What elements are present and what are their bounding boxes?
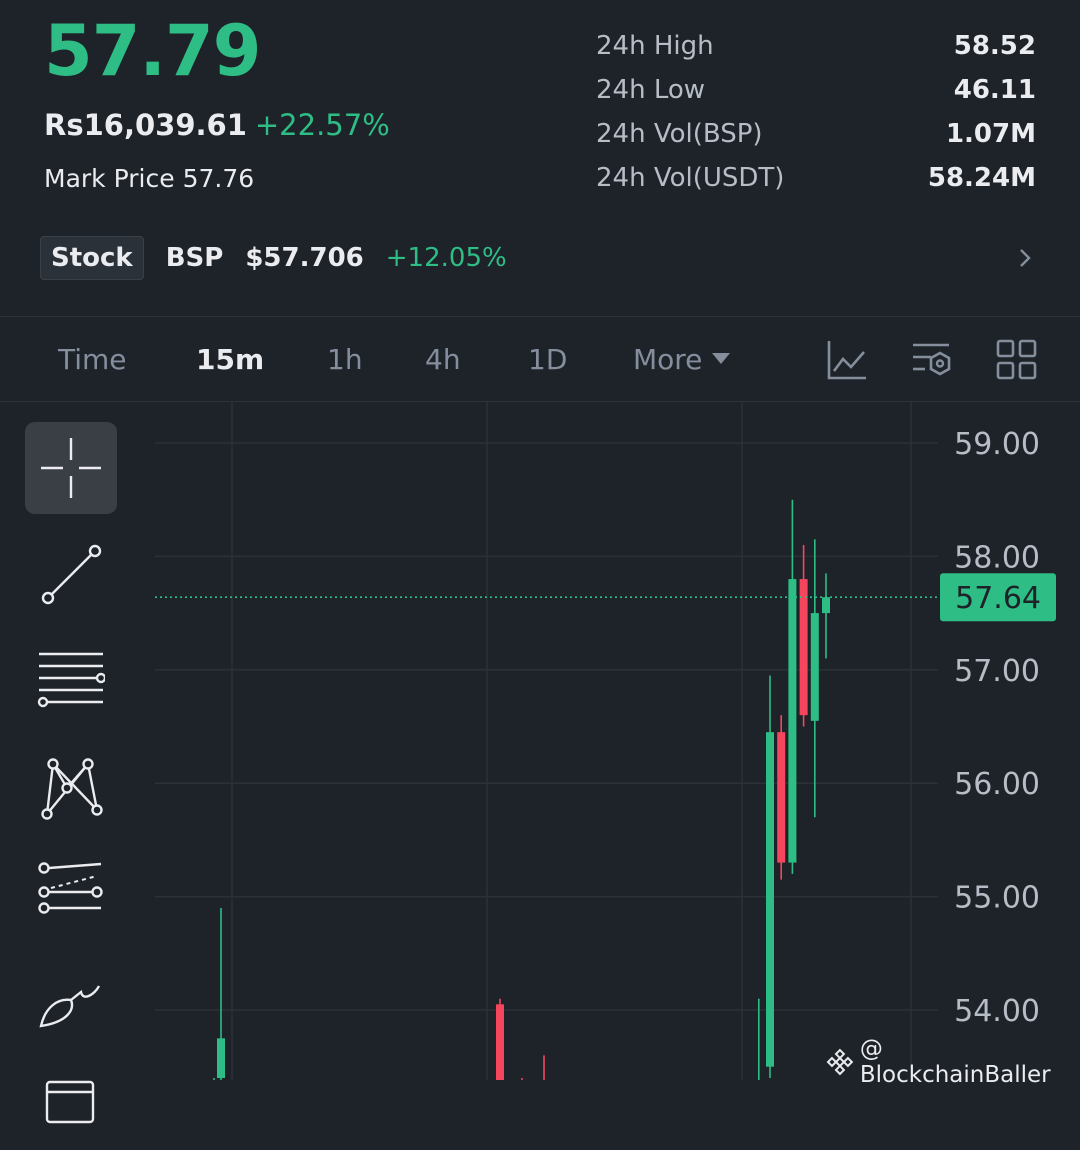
fib-icon (38, 862, 103, 914)
tab-1h[interactable]: 1h (327, 343, 363, 376)
caret-down-icon (712, 352, 731, 364)
y-tick-label: 54.00 (954, 994, 1040, 1029)
stats-panel: 24h High 58.52 24h Low 46.11 24h Vol(BSP… (596, 24, 1036, 200)
stock-symbol: BSP (165, 243, 224, 273)
stat-label: 24h High (596, 31, 714, 61)
stock-price: $57.706 (245, 243, 364, 273)
candle-body (777, 732, 786, 863)
y-tick-label: 55.00 (954, 881, 1040, 916)
stat-value: 46.11 (953, 75, 1036, 105)
stat-value: 58.52 (953, 31, 1036, 61)
last-price: 57.79 (44, 10, 261, 92)
candlestick-chart[interactable]: 59.00 58.00 57.00 56.00 55.00 54.00 57.64 (0, 402, 1080, 1080)
tab-time[interactable]: Time (58, 343, 127, 376)
mark-price-row[interactable]: Mark Price 57.76 (44, 164, 254, 193)
stat-label: 24h Low (596, 75, 706, 105)
ticker-header: 57.79 Rs16,039.61 +22.57% Mark Price 57.76… (0, 0, 1080, 316)
trend-line-tool-button[interactable] (25, 528, 117, 620)
more-tools-button[interactable] (25, 1058, 117, 1150)
tab-more[interactable]: More (633, 343, 731, 376)
y-tick-label: 56.00 (954, 767, 1040, 802)
y-tick-label: 57.00 (954, 654, 1040, 689)
y-tick-label: 59.00 (954, 427, 1040, 462)
stat-row: 24h Vol(USDT) 58.24M (596, 156, 1036, 200)
pattern-tool-button[interactable] (25, 740, 117, 832)
stat-value: 1.07M (945, 119, 1036, 149)
fiat-row: Rs16,039.61 +22.57% (44, 108, 390, 142)
candle-body (766, 732, 774, 1067)
pattern-icon (41, 758, 103, 820)
interval-tabs: Time 15m 1h 4h 1D More (0, 317, 1080, 401)
stat-label: 24h Vol(USDT) (596, 163, 785, 193)
stock-change-percent: +12.05% (385, 243, 507, 273)
candle-body (788, 579, 797, 863)
horizontal-lines-icon (37, 652, 105, 708)
trend-line-icon (41, 544, 102, 605)
current-price-marker: 57.64 (155, 573, 1056, 622)
candle-body (810, 613, 819, 721)
stock-link-row[interactable]: Stock BSP $57.706 +12.05% (40, 233, 1040, 283)
watermark: @ BlockchainBaller (826, 1036, 1080, 1088)
chart-grid (155, 402, 938, 1080)
layout-grid-icon[interactable] (996, 339, 1038, 381)
fiat-value: Rs16,039.61 (44, 108, 247, 142)
mark-price-value: 57.76 (182, 164, 255, 193)
binance-logo-icon (826, 1048, 854, 1076)
stat-row: 24h Low 46.11 (596, 68, 1036, 112)
candles (213, 499, 830, 1080)
y-tick-label: 58.00 (954, 540, 1040, 575)
ruler-icon (45, 1080, 95, 1124)
watermark-text: @ BlockchainBaller (859, 1036, 1051, 1088)
stat-value: 58.24M (927, 163, 1036, 193)
mark-price-label: Mark Price (44, 164, 175, 193)
crosshair-icon (41, 438, 101, 498)
drawing-tools-sidebar (0, 402, 140, 1124)
candle-body (217, 1038, 225, 1079)
current-price-label: 57.64 (955, 581, 1041, 616)
candle-body (822, 597, 830, 614)
stock-tag: Stock (40, 236, 144, 280)
horizontal-lines-tool-button[interactable] (25, 634, 117, 726)
stat-row: 24h High 58.52 (596, 24, 1036, 68)
chart-settings-icon[interactable] (911, 339, 953, 381)
tab-more-label: More (633, 343, 703, 376)
chevron-right-icon[interactable] (1010, 243, 1040, 273)
indicator-chart-icon[interactable] (826, 339, 868, 381)
stat-row: 24h Vol(BSP) 1.07M (596, 112, 1036, 156)
crosshair-tool-button[interactable] (25, 422, 117, 514)
tab-1d[interactable]: 1D (528, 343, 567, 376)
brush-tool-button[interactable] (25, 952, 117, 1044)
candle-body (799, 579, 808, 716)
tab-15m[interactable]: 15m (196, 343, 264, 376)
fib-tool-button[interactable] (25, 846, 117, 938)
change-percent: +22.57% (254, 108, 390, 142)
brush-icon (39, 985, 101, 1028)
tab-4h[interactable]: 4h (425, 343, 461, 376)
y-axis-labels: 59.00 58.00 57.00 56.00 55.00 54.00 (954, 427, 1040, 1029)
candle-body (496, 1004, 504, 1080)
stat-label: 24h Vol(BSP) (596, 119, 763, 149)
